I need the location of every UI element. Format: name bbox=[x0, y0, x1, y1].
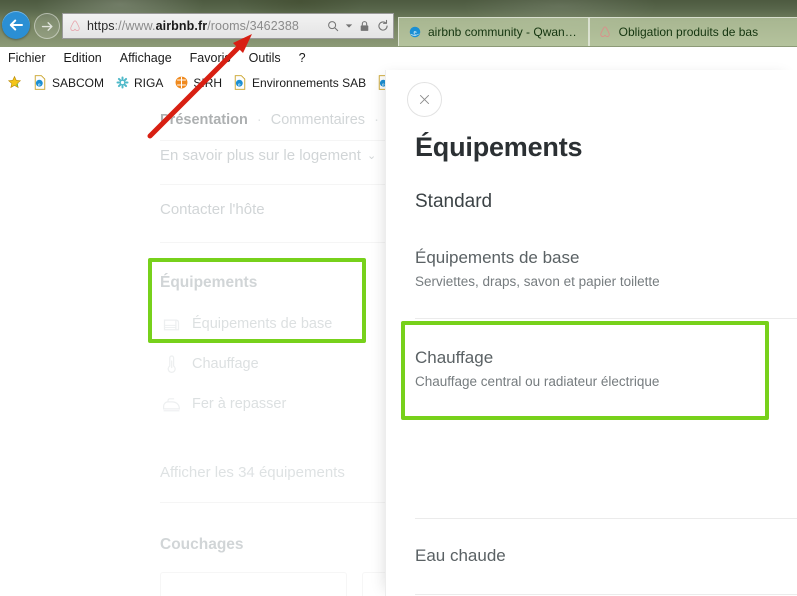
url-scheme: https bbox=[87, 19, 115, 33]
internet-explorer-page-icon: e bbox=[32, 75, 48, 91]
amenity-row-heating[interactable]: Chauffage bbox=[160, 353, 259, 375]
nav-link-presentation[interactable]: Présentation bbox=[160, 112, 248, 128]
bookmark-environnements-sab-label: Environnements SAB bbox=[252, 75, 367, 90]
nav-separator-2: · bbox=[374, 112, 379, 128]
lock-icon[interactable] bbox=[358, 20, 371, 33]
orange-circle-icon bbox=[173, 75, 189, 91]
amenities-heading: Équipements bbox=[160, 274, 258, 291]
bookmark-riga-label: RIGA bbox=[134, 75, 164, 90]
modal-title: Équipements bbox=[415, 132, 583, 162]
modal-left-edge bbox=[385, 70, 386, 596]
url-path: /rooms/3462388 bbox=[207, 19, 299, 33]
address-url-text: https://www.airbnb.fr/rooms/3462388 bbox=[87, 19, 299, 33]
modal-item-heating: Chauffage Chauffage central ou radiateur… bbox=[415, 347, 659, 392]
bookmark-sirh-label: SIRH bbox=[193, 75, 223, 90]
amenity-row-iron[interactable]: Fer à repasser bbox=[160, 393, 286, 415]
back-button[interactable] bbox=[2, 11, 30, 39]
close-icon bbox=[419, 94, 430, 105]
url-subdomain: www. bbox=[125, 19, 156, 33]
amenity-row-iron-label: Fer à repasser bbox=[192, 396, 287, 412]
bed-card-1[interactable] bbox=[160, 572, 347, 596]
amenity-row-basic[interactable]: Équipements de base bbox=[160, 313, 332, 335]
internet-explorer-page-icon: e bbox=[232, 75, 248, 91]
modal-item-basic-title: Équipements de base bbox=[415, 248, 580, 267]
modal-divider-3 bbox=[415, 594, 797, 595]
airbnb-belo-icon bbox=[598, 25, 613, 40]
towels-icon bbox=[160, 313, 182, 335]
modal-divider-1 bbox=[415, 318, 797, 319]
screenshot-root: https://www.airbnb.fr/rooms/3462388 e ai… bbox=[0, 0, 797, 596]
forward-button[interactable] bbox=[34, 13, 60, 39]
favorites-star-icon bbox=[6, 75, 22, 91]
bookmark-favorites[interactable] bbox=[0, 75, 27, 91]
modal-divider-2 bbox=[415, 518, 797, 519]
menu-item-fichier[interactable]: Fichier bbox=[0, 47, 55, 69]
modal-item-basic: Équipements de base Serviettes, draps, s… bbox=[415, 247, 660, 292]
navigation-row: https://www.airbnb.fr/rooms/3462388 e ai… bbox=[0, 8, 797, 46]
beds-heading: Couchages bbox=[160, 536, 244, 553]
nav-link-commentaires[interactable]: Commentaires bbox=[271, 112, 365, 128]
forward-arrow-icon bbox=[41, 21, 53, 31]
bookmark-sabcom-label: SABCOM bbox=[52, 75, 105, 90]
browser-tab-0[interactable]: e airbnb community - Qwant Re... bbox=[398, 17, 589, 46]
browser-tabs: e airbnb community - Qwant Re... Obligat… bbox=[398, 16, 797, 46]
modal-item-heating-description: Chauffage central ou radiateur électriqu… bbox=[415, 374, 660, 389]
refresh-icon[interactable] bbox=[376, 19, 390, 33]
contact-host-link[interactable]: Contacter l'hôte bbox=[160, 201, 265, 218]
close-button[interactable] bbox=[407, 82, 442, 117]
browser-tab-1[interactable]: Obligation produits de bas bbox=[588, 17, 797, 46]
menu-item-edition[interactable]: Edition bbox=[55, 47, 111, 69]
modal-item-hot-water-title: Eau chaude bbox=[415, 546, 506, 565]
bookmark-sirh[interactable]: SIRH bbox=[168, 75, 227, 91]
learn-more-label: En savoir plus sur le logement bbox=[160, 147, 361, 164]
bookmark-riga[interactable]: RIGA bbox=[109, 75, 168, 91]
airbnb-belo-icon bbox=[65, 19, 85, 33]
show-all-amenities-link[interactable]: Afficher les 34 équipements bbox=[160, 464, 345, 481]
chevron-down-icon[interactable] bbox=[345, 22, 353, 30]
learn-more-link[interactable]: En savoir plus sur le logement ⌄ bbox=[160, 147, 376, 164]
svg-text:e: e bbox=[413, 28, 416, 36]
internet-explorer-icon: e bbox=[407, 25, 422, 40]
url-domain: airbnb.fr bbox=[155, 19, 208, 33]
amenity-row-basic-label: Équipements de base bbox=[192, 316, 333, 332]
amenity-row-heating-label: Chauffage bbox=[192, 356, 259, 372]
modal-item-hot-water: Eau chaude bbox=[415, 545, 506, 567]
bookmark-sabcom[interactable]: e SABCOM bbox=[27, 75, 109, 91]
search-icon[interactable] bbox=[326, 19, 340, 33]
iron-icon bbox=[160, 393, 182, 415]
chevron-down-icon: ⌄ bbox=[366, 150, 377, 162]
menu-item-affichage[interactable]: Affichage bbox=[111, 47, 181, 69]
url-separator: :// bbox=[114, 19, 126, 33]
amenities-modal: Équipements Standard Équipements de base… bbox=[385, 70, 797, 596]
address-bar[interactable]: https://www.airbnb.fr/rooms/3462388 bbox=[62, 13, 394, 39]
browser-tab-0-label: airbnb community - Qwant Re... bbox=[428, 25, 580, 39]
bookmark-environnements-sab[interactable]: e Environnements SAB bbox=[227, 75, 371, 91]
menu-item-outils[interactable]: Outils bbox=[240, 47, 290, 69]
back-arrow-icon bbox=[9, 19, 23, 31]
teal-asterisk-icon bbox=[114, 75, 130, 91]
nav-separator-1: · bbox=[256, 112, 262, 128]
menu-bar: Fichier Edition Affichage Favoris Outils… bbox=[0, 47, 797, 69]
address-bar-icons bbox=[326, 14, 390, 38]
browser-tab-1-label: Obligation produits de bas bbox=[618, 25, 759, 39]
menu-item-favoris[interactable]: Favoris bbox=[181, 47, 240, 69]
menu-item-help[interactable]: ? bbox=[290, 47, 315, 69]
modal-item-basic-description: Serviettes, draps, savon et papier toile… bbox=[415, 274, 660, 289]
thermometer-icon bbox=[160, 353, 182, 375]
modal-section-standard: Standard bbox=[415, 191, 493, 212]
modal-item-heating-title: Chauffage bbox=[415, 348, 494, 367]
